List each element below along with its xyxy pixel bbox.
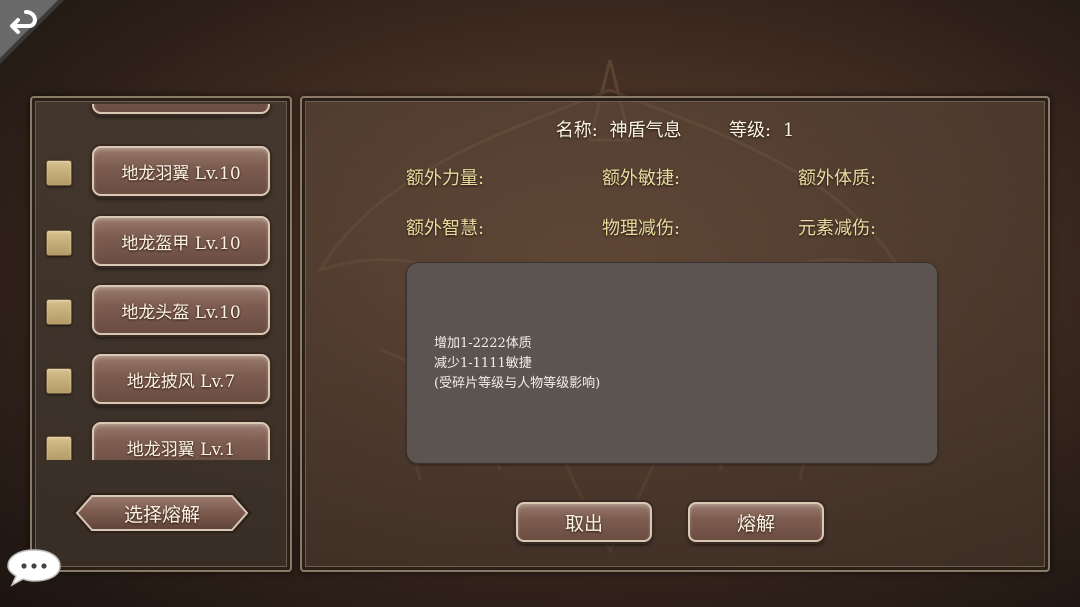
extra-agility-label: 额外敏捷: (602, 168, 681, 189)
item-title-row: 名称: 神盾气息 等级: 1 (302, 116, 1048, 142)
list-item[interactable]: 地龙羽翼 Lv.1 (38, 422, 284, 460)
select-smelt-button[interactable]: 选择熔解 (70, 490, 254, 536)
select-checkbox[interactable] (46, 436, 72, 460)
item-detail-panel: 名称: 神盾气息 等级: 1 额外力量: 额外敏捷: 额外体质: 额外智慧: 物… (300, 96, 1050, 572)
chat-bubble-icon (7, 549, 61, 587)
equipment-item-button[interactable]: 地龙羽翼 Lv.1 (92, 422, 270, 460)
equipment-list-panel: 地龙羽翼 Lv.10 地龙盔甲 Lv.10 地龙头盔 Lv.10 地龙披风 Lv… (30, 96, 292, 572)
equipment-item-button[interactable]: 地龙羽翼 Lv.10 (92, 146, 270, 196)
select-checkbox[interactable] (46, 368, 72, 394)
description-line: 增加1-2222体质 (434, 336, 532, 351)
back-arrow-icon (0, 0, 64, 64)
name-value: 神盾气息 (609, 120, 682, 141)
equipment-item-button[interactable]: 地龙盔甲 Lv.10 (92, 216, 270, 266)
description-text: 增加1-2222体质 减少1-1111敏捷 (受碎片等级与人物等级影响) (434, 334, 600, 394)
extra-wisdom-label: 额外智慧: (406, 218, 485, 239)
select-checkbox[interactable] (46, 230, 72, 256)
element-reduction-label: 元素减伤: (798, 218, 877, 239)
extra-constitution-label: 额外体质: (798, 168, 877, 189)
select-smelt-label: 选择熔解 (123, 503, 200, 526)
equipment-item-button[interactable] (92, 104, 270, 114)
chat-button[interactable] (6, 548, 62, 588)
equipment-item-button[interactable]: 地龙披风 Lv.7 (92, 354, 270, 404)
name-label: 名称: (555, 120, 598, 141)
list-item[interactable]: 地龙盔甲 Lv.10 (38, 216, 284, 272)
equipment-item-button[interactable]: 地龙头盔 Lv.10 (92, 285, 270, 335)
physical-reduction-label: 物理减伤: (602, 218, 681, 239)
list-item[interactable]: 地龙披风 Lv.7 (38, 354, 284, 410)
list-item[interactable]: 地龙头盔 Lv.10 (38, 285, 284, 341)
level-value: 1 (782, 120, 795, 141)
select-checkbox[interactable] (46, 160, 72, 186)
level-label: 等级: (729, 120, 772, 141)
back-button[interactable] (0, 0, 64, 64)
smelt-button[interactable]: 熔解 (688, 502, 824, 542)
extra-strength-label: 额外力量: (406, 168, 485, 189)
description-box: 增加1-2222体质 减少1-1111敏捷 (受碎片等级与人物等级影响) (406, 262, 938, 464)
description-line: 减少1-1111敏捷 (434, 356, 532, 371)
description-line: (受碎片等级与人物等级影响) (434, 376, 601, 391)
select-checkbox[interactable] (46, 299, 72, 325)
cancel-button[interactable]: 取出 (516, 502, 652, 542)
equipment-list[interactable]: 地龙羽翼 Lv.10 地龙盔甲 Lv.10 地龙头盔 Lv.10 地龙披风 Lv… (38, 104, 284, 460)
list-item[interactable]: 地龙羽翼 Lv.10 (38, 146, 284, 202)
